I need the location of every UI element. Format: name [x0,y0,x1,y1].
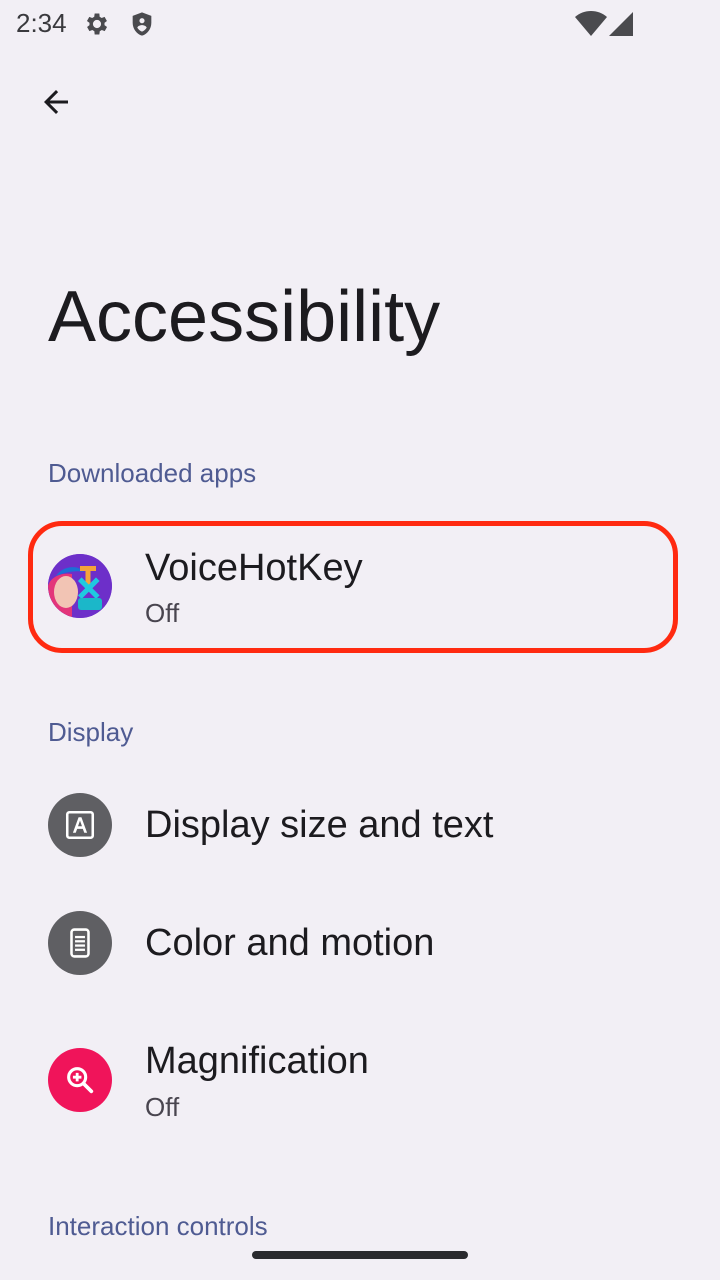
list-item-color-and-motion[interactable]: Color and motion [0,884,720,1002]
status-time: 2:34 [16,8,67,38]
item-title-display-size-and-text: Display size and text [145,804,494,846]
list-item-magnification[interactable]: Magnification Off [0,1022,720,1140]
shield-icon [128,10,156,38]
magnify-plus-icon [48,1048,112,1112]
color-motion-icon [48,911,112,975]
section-header-interaction-controls: Interaction controls [48,1211,268,1241]
status-bar: 2:34 [0,0,720,52]
section-header-downloaded-apps: Downloaded apps [48,458,257,488]
arrow-left-icon [38,84,74,125]
section-header-display: Display [48,717,134,747]
highlight-box [28,521,678,653]
list-item-display-size-and-text[interactable]: Display size and text [0,766,720,884]
item-title-magnification: Magnification [145,1040,369,1082]
item-title-color-and-motion: Color and motion [145,922,435,964]
gear-icon [83,10,111,38]
back-button[interactable] [28,76,84,132]
item-summary-magnification: Off [145,1092,180,1122]
text-size-icon [48,793,112,857]
cell-signal-icon [607,10,635,38]
wifi-icon [574,10,608,38]
page-title: Accessibility [48,277,441,357]
gesture-nav-handle[interactable] [252,1251,468,1259]
